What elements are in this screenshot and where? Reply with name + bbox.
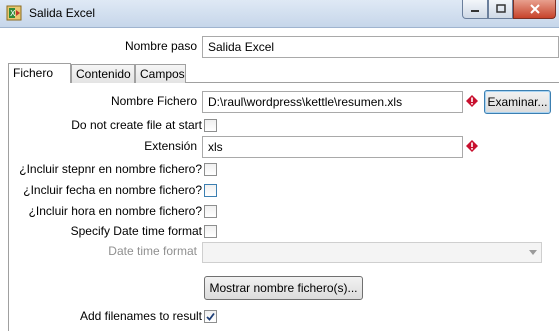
datetime-format-label: Date time format	[108, 244, 197, 258]
filename-input[interactable]: D:\raul\wordpress\kettle\resumen.xls	[202, 91, 463, 113]
include-time-label: ¿Incluir hora en nombre fichero?	[28, 204, 202, 218]
close-button[interactable]	[513, 0, 556, 19]
tab-campos[interactable]: Campos	[135, 64, 186, 83]
extension-label: Extensión	[144, 139, 197, 153]
include-date-label: ¿Incluir fecha en nombre fichero?	[23, 183, 202, 197]
datetime-format-select[interactable]	[202, 242, 542, 263]
checkmark-icon	[206, 312, 215, 321]
title-bar: X Salida Excel	[0, 0, 559, 28]
close-icon	[529, 4, 540, 14]
show-filenames-button[interactable]: Mostrar nombre fichero(s)...	[204, 276, 363, 300]
svg-text:X: X	[10, 9, 16, 18]
tab-fichero[interactable]: Fichero	[8, 63, 71, 83]
include-stepnr-checkbox[interactable]	[204, 163, 217, 176]
do-not-create-checkbox[interactable]	[204, 119, 217, 132]
step-name-input[interactable]: Salida Excel	[202, 36, 559, 58]
chevron-down-icon	[528, 250, 537, 255]
warning-icon	[466, 95, 478, 107]
add-filenames-checkbox[interactable]	[204, 310, 217, 323]
combo-dropdown-button[interactable]	[524, 242, 541, 263]
specify-datetime-checkbox[interactable]	[204, 225, 217, 238]
add-filenames-label: Add filenames to result	[79, 309, 202, 323]
maximize-button[interactable]	[488, 0, 513, 19]
filename-label: Nombre Fichero	[110, 94, 197, 108]
specify-datetime-label: Specify Date time format	[70, 224, 202, 238]
tab-contenido[interactable]: Contenido	[71, 64, 135, 83]
include-date-checkbox[interactable]	[204, 184, 217, 197]
warning-icon	[466, 140, 478, 152]
minimize-button[interactable]	[462, 0, 488, 19]
include-time-checkbox[interactable]	[204, 205, 217, 218]
window-title: Salida Excel	[29, 6, 96, 20]
minimize-icon	[471, 10, 479, 12]
browse-button[interactable]: Examinar...	[484, 90, 551, 114]
extension-input[interactable]: xls	[202, 136, 463, 158]
do-not-create-label: Do not create file at start	[71, 118, 202, 132]
maximize-icon	[495, 4, 506, 13]
include-stepnr-label: ¿Incluir stepnr en nombre fichero?	[19, 162, 202, 176]
excel-output-icon: X	[6, 5, 22, 21]
step-name-label: Nombre paso	[124, 39, 197, 53]
